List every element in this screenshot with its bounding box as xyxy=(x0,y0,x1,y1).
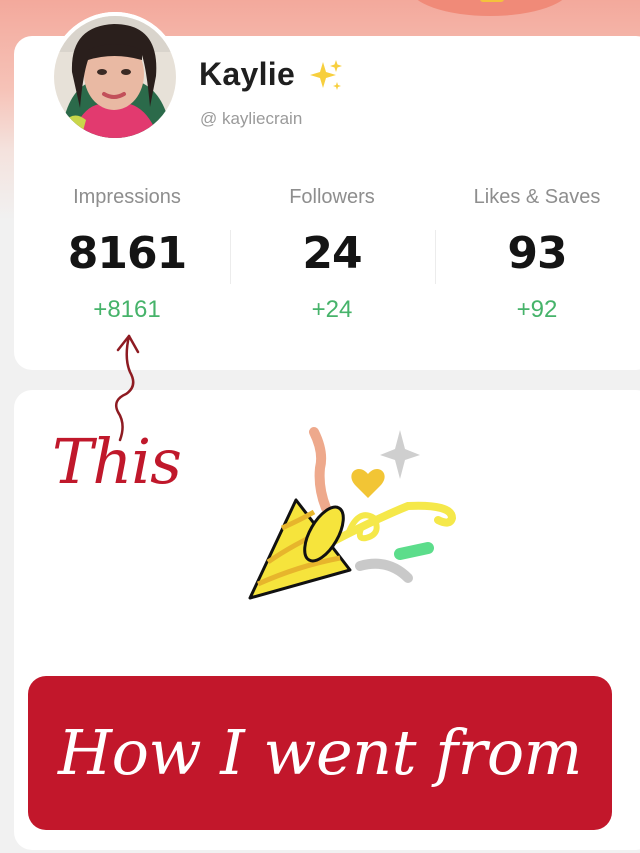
avatar[interactable] xyxy=(50,12,180,142)
banner-text: How I went from xyxy=(58,716,582,789)
sparkles-icon xyxy=(310,60,342,90)
header-decoration xyxy=(410,0,570,16)
stat-value: 24 xyxy=(302,228,362,279)
profile-handle: @ kayliecrain xyxy=(200,109,303,128)
stat-value: 93 xyxy=(507,228,567,279)
stat-label: Likes & Saves xyxy=(473,186,601,208)
stat-delta: +24 xyxy=(311,296,353,323)
stat-label: Followers xyxy=(289,186,375,208)
stat-delta: +92 xyxy=(516,296,558,323)
annotation-text: This xyxy=(52,425,182,498)
stat-delta: +8161 xyxy=(93,296,161,323)
party-popper-icon xyxy=(248,427,457,600)
title-banner: How I went from xyxy=(28,676,612,830)
stat-value: 8161 xyxy=(67,228,187,279)
stat-label: Impressions xyxy=(73,186,181,208)
profile-name: Kaylie xyxy=(199,56,296,92)
